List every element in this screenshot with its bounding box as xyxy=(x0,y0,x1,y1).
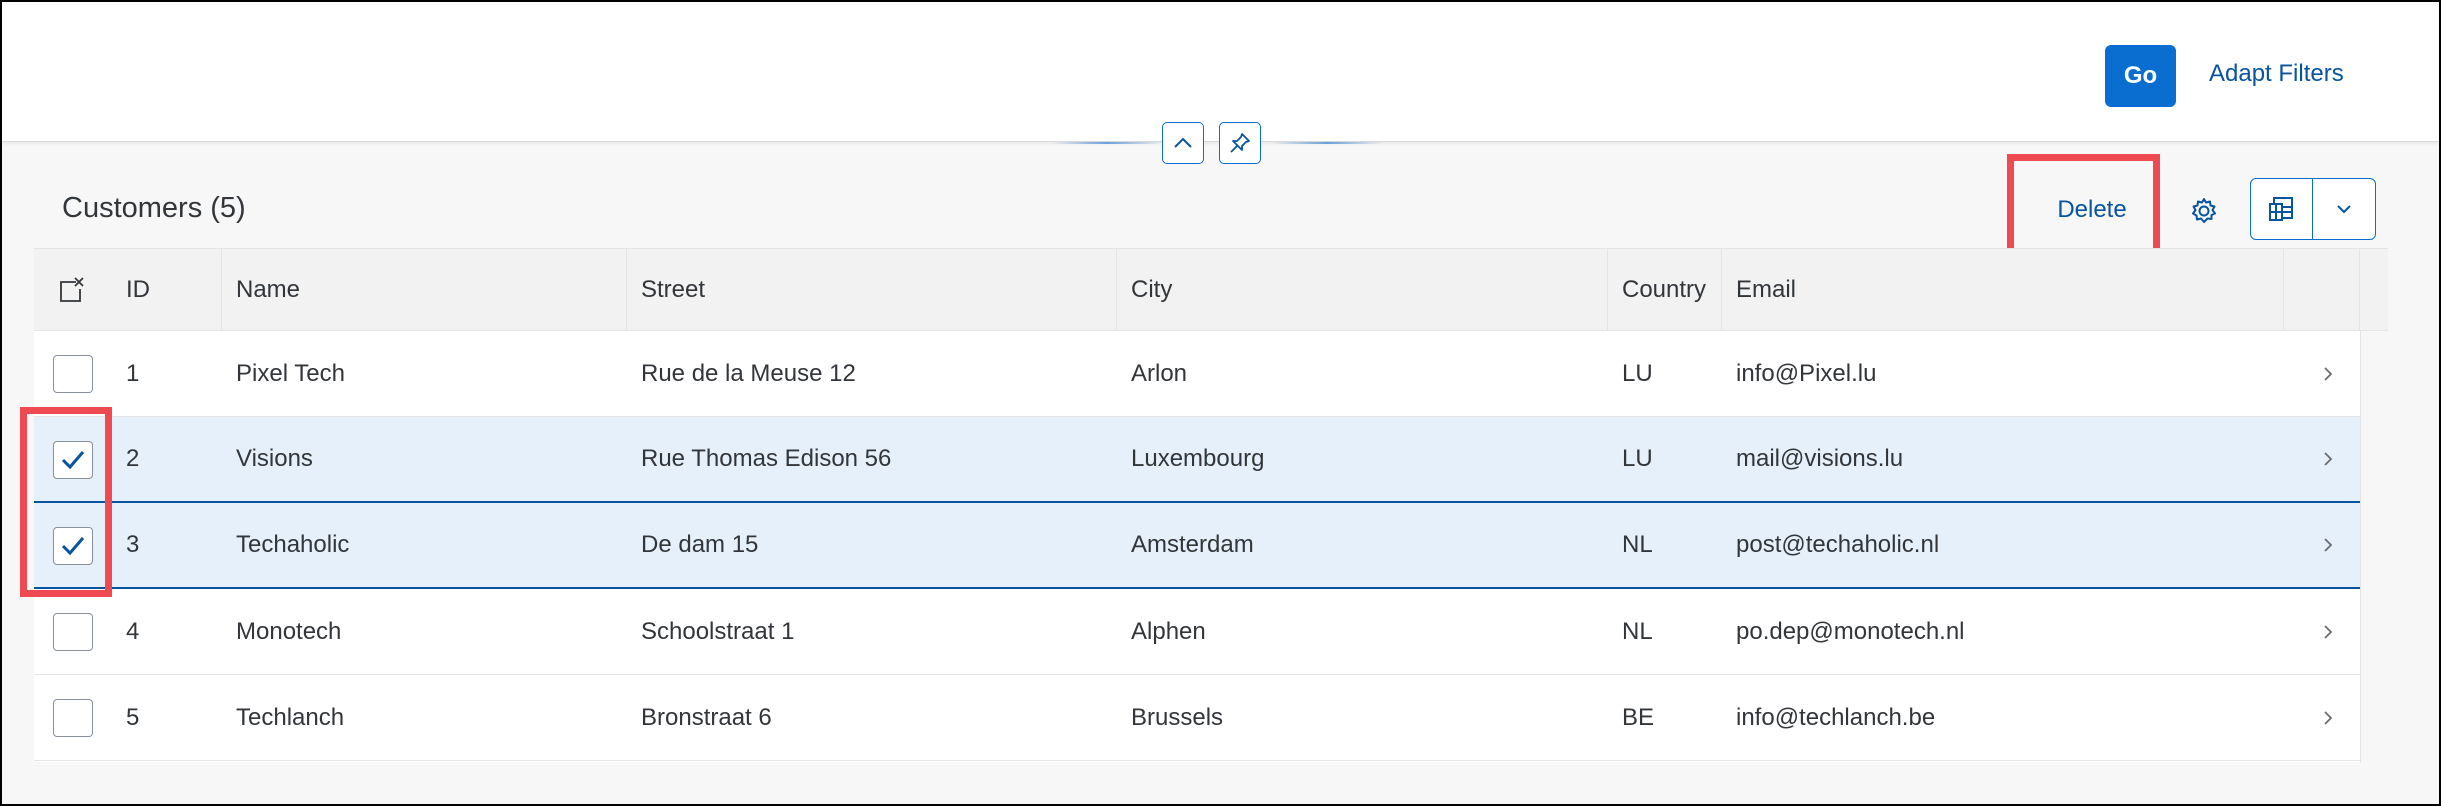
table-row[interactable]: 3 Techaholic De dam 15 Amsterdam NL post… xyxy=(34,503,2360,589)
cell-name: Pixel Tech xyxy=(236,359,345,387)
column-header-street[interactable]: Street xyxy=(627,249,1117,331)
vertical-scroll-gutter[interactable] xyxy=(2360,331,2388,763)
row-checkbox[interactable] xyxy=(53,527,93,565)
cell-name: Techlanch xyxy=(236,703,345,731)
row-navigation-button[interactable] xyxy=(2320,331,2336,416)
splitter-line-right xyxy=(1272,142,1382,144)
customers-table: ID Name Street City Country Email 1 Pixe… xyxy=(34,248,2388,763)
column-header-navigation xyxy=(2284,249,2360,331)
row-navigation-button[interactable] xyxy=(2320,589,2336,674)
column-header-id[interactable]: ID xyxy=(112,249,222,331)
chevron-right-icon xyxy=(2324,710,2333,725)
chevron-down-icon xyxy=(2337,205,2351,214)
table-header-row: ID Name Street City Country Email xyxy=(34,249,2388,331)
cell-id: 3 xyxy=(126,531,140,558)
table-settings-button[interactable] xyxy=(2180,187,2228,235)
pin-icon xyxy=(1230,133,1250,153)
cell-city: Alphen xyxy=(1131,617,1206,645)
column-header-name[interactable]: Name xyxy=(222,249,627,331)
cell-country: NL xyxy=(1622,531,1653,558)
gear-icon xyxy=(2192,198,2216,223)
chevron-right-icon xyxy=(2324,624,2333,639)
cell-city: Brussels xyxy=(1131,703,1224,731)
adapt-filters-link[interactable]: Adapt Filters xyxy=(2209,60,2344,92)
table-row[interactable]: 1 Pixel Tech Rue de la Meuse 12 Arlon LU… xyxy=(34,331,2360,417)
clear-selection-button[interactable] xyxy=(34,249,112,331)
cell-name: Monotech xyxy=(236,617,342,645)
row-navigation-button[interactable] xyxy=(2320,675,2336,760)
cell-name: Visions xyxy=(236,445,313,472)
app-window: Go Adapt Filters Customers (5) Delete ID… xyxy=(0,0,2441,806)
row-checkbox[interactable] xyxy=(53,699,93,737)
checkmark-icon xyxy=(61,537,85,556)
row-checkbox[interactable] xyxy=(53,441,93,479)
delete-button[interactable]: Delete xyxy=(2022,185,2162,235)
cell-email: mail@visions.lu xyxy=(1736,445,1904,472)
table-row[interactable]: 5 Techlanch Bronstraat 6 Brussels BE inf… xyxy=(34,675,2360,761)
checkmark-icon xyxy=(61,451,85,470)
cell-country: LU xyxy=(1622,445,1653,472)
cell-name: Techaholic xyxy=(236,531,350,558)
cell-id: 5 xyxy=(126,703,140,731)
cell-email: po.dep@monotech.nl xyxy=(1736,617,1965,645)
column-header-country[interactable]: Country xyxy=(1608,249,1722,331)
cell-country: LU xyxy=(1622,359,1653,387)
go-button[interactable]: Go xyxy=(2105,45,2176,107)
splitter-line-left xyxy=(1052,142,1162,144)
table-row[interactable]: 4 Monotech Schoolstraat 1 Alphen NL po.d… xyxy=(34,589,2360,675)
row-checkbox[interactable] xyxy=(53,613,93,651)
cell-city: Arlon xyxy=(1131,359,1188,387)
cell-street: Rue de la Meuse 12 xyxy=(641,359,856,387)
collapse-header-button[interactable] xyxy=(1162,122,1204,164)
row-checkbox[interactable] xyxy=(53,355,93,393)
cell-id: 2 xyxy=(126,445,140,472)
cell-country: BE xyxy=(1622,703,1655,731)
spreadsheet-export-icon xyxy=(2268,197,2293,221)
row-navigation-button[interactable] xyxy=(2320,417,2336,501)
column-header-email[interactable]: Email xyxy=(1722,249,2284,331)
chevron-right-icon xyxy=(2324,366,2333,381)
cell-country: NL xyxy=(1622,617,1653,645)
cell-street: Bronstraat 6 xyxy=(641,703,772,731)
cell-email: info@techlanch.be xyxy=(1736,703,1936,731)
cell-id: 1 xyxy=(126,359,140,387)
export-button[interactable] xyxy=(2251,179,2313,239)
chevron-right-icon xyxy=(2324,452,2333,466)
cell-id: 4 xyxy=(126,617,140,645)
filter-bar: Go Adapt Filters xyxy=(2,2,2439,142)
clear-selection-icon xyxy=(60,277,84,302)
cell-street: Schoolstraat 1 xyxy=(641,617,795,645)
cell-street: Rue Thomas Edison 56 xyxy=(641,445,892,472)
cell-email: info@Pixel.lu xyxy=(1736,359,1877,387)
row-navigation-button[interactable] xyxy=(2320,503,2336,587)
chevron-right-icon xyxy=(2324,538,2333,552)
column-header-city[interactable]: City xyxy=(1117,249,1608,331)
export-button-group xyxy=(2250,178,2376,240)
cell-street: De dam 15 xyxy=(641,531,759,558)
export-menu-button[interactable] xyxy=(2313,179,2375,239)
chevron-up-icon xyxy=(1174,137,1192,148)
table-row[interactable]: 2 Visions Rue Thomas Edison 56 Luxembour… xyxy=(34,417,2360,503)
cell-city: Luxembourg xyxy=(1131,445,1265,472)
table-title: Customers (5) xyxy=(62,192,246,224)
cell-city: Amsterdam xyxy=(1131,531,1254,558)
cell-email: post@techaholic.nl xyxy=(1736,531,1940,558)
pin-header-button[interactable] xyxy=(1219,122,1261,164)
